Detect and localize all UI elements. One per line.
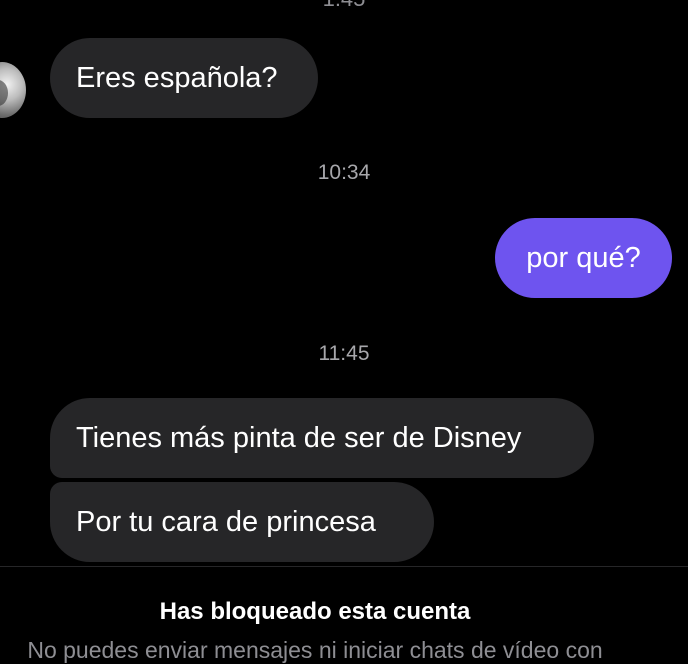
message-bubble-incoming[interactable]: Por tu cara de princesa (50, 482, 434, 562)
message-bubble-incoming[interactable]: Tienes más pinta de ser de Disney (50, 398, 594, 478)
timestamp-divider: 10:34 (317, 161, 371, 184)
blocked-notice-subtitle: No puedes enviar mensajes ni iniciar cha… (27, 637, 603, 663)
blocked-notice-title: Has bloqueado esta cuenta (159, 598, 471, 625)
top-timestamp-partial: 1:45 (0, 0, 688, 12)
blocked-section-divider (0, 566, 688, 567)
message-text: por qué? (526, 241, 641, 274)
message-bubble-incoming[interactable]: Eres española? (50, 38, 318, 118)
message-text: Tienes más pinta de ser de Disney (76, 421, 522, 454)
message-bubble-outgoing[interactable]: por qué? (495, 218, 672, 298)
timestamp-divider: 11:45 (318, 342, 370, 365)
message-text: Por tu cara de princesa (76, 505, 376, 538)
avatar-image-detail (0, 80, 8, 106)
message-text: Eres española? (76, 61, 278, 94)
contact-avatar[interactable] (0, 62, 26, 118)
